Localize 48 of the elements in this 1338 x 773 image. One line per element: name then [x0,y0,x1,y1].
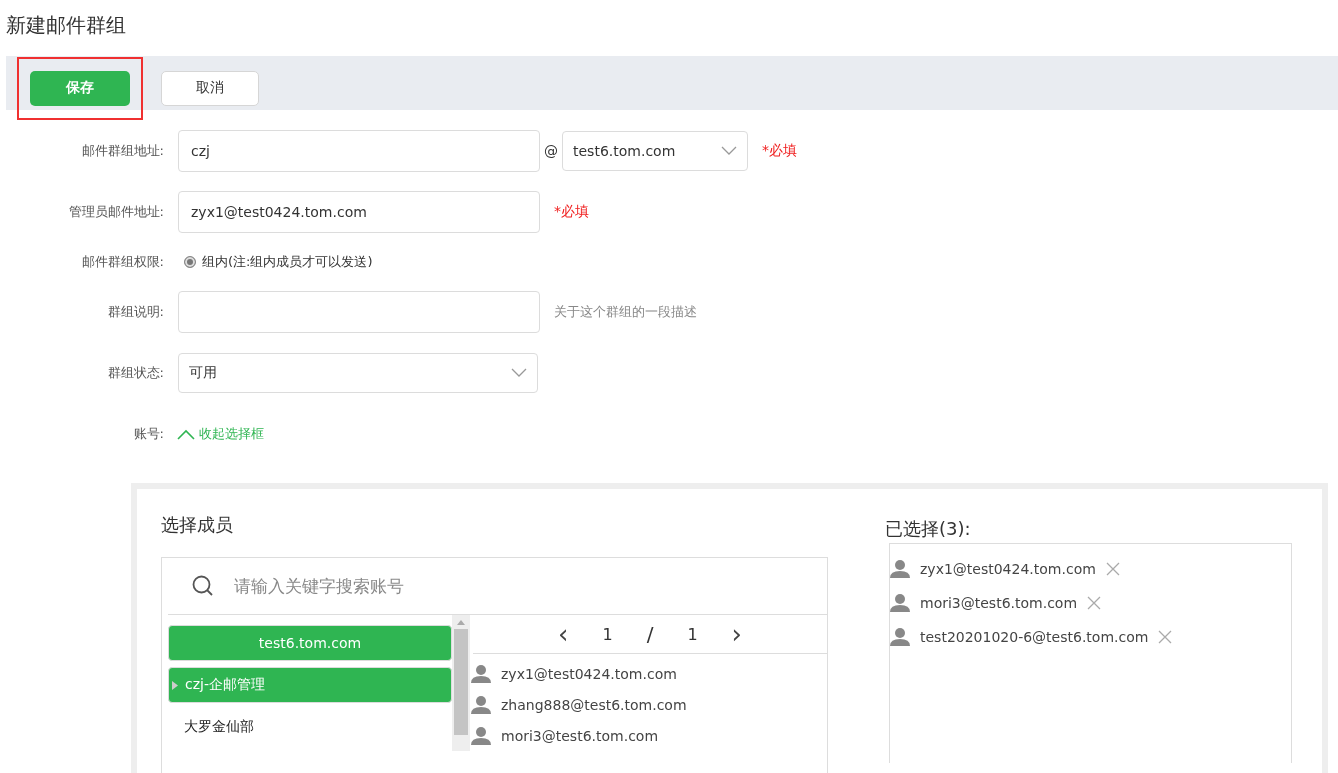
page-title: 新建邮件群组 [5,12,127,39]
selected-member: test20201020-6@test6.tom.com [920,629,1149,645]
input-field[interactable]: czj [178,130,540,172]
scrollbar[interactable] [452,615,470,751]
field-label: 账号: [132,425,165,443]
selected-member: zyx1@test0424.tom.com [920,561,1096,577]
section-title: 已选择(3): [885,517,972,541]
status-select[interactable]: 可用 [178,353,538,393]
domain-select[interactable]: test6.tom.com [562,131,748,171]
field-label: 管理员邮件地址: [67,203,165,221]
selected-member: mori3@test6.tom.com [920,595,1078,611]
close-icon[interactable] [1105,562,1120,576]
required-note: *必填 [762,142,797,160]
member-item[interactable]: mori3@test6.tom.com [501,727,659,744]
input-field[interactable] [178,291,540,333]
person-icon [471,695,491,714]
required-note: *必填 [554,203,589,221]
field-hint: 关于这个群组的一段描述 [554,303,697,321]
field-label: 邮件群组权限: [80,253,165,271]
input-field[interactable]: zyx1@test0424.tom.com [178,191,540,233]
page-separator: / [646,622,654,646]
page-number: 1 [602,624,613,644]
previous-page-button[interactable]: ‹ [558,621,569,647]
chevron-down-icon [511,368,527,378]
field-label: 群组状态: [106,364,165,382]
close-icon[interactable] [1087,596,1102,610]
field-label: 群组说明: [106,303,165,321]
person-icon [471,726,491,745]
cancel-button[interactable]: 取消 [161,70,259,106]
person-icon [890,560,910,578]
scroll-up-icon[interactable] [456,619,466,625]
radio-button[interactable] [184,256,196,268]
person-icon [890,594,910,612]
tree-item[interactable]: 大罗金仙部 [168,709,452,745]
section-title: 选择成员 [161,513,234,537]
close-icon[interactable] [1158,630,1173,644]
search-icon [192,575,214,597]
radio-label[interactable]: 组内(注:组内成员才可以发送) [202,253,373,271]
member-item[interactable]: zhang888@test6.tom.com [501,696,687,713]
next-page-button[interactable]: › [731,621,742,647]
person-icon [890,628,910,646]
chevron-down-icon [721,146,737,156]
field-label: 邮件群组地址: [80,142,165,160]
person-icon [471,664,491,683]
at-sign: @ [544,143,558,159]
caret-icon [172,680,178,690]
page-total: 1 [687,624,698,644]
member-item[interactable]: zyx1@test0424.tom.com [501,665,677,682]
